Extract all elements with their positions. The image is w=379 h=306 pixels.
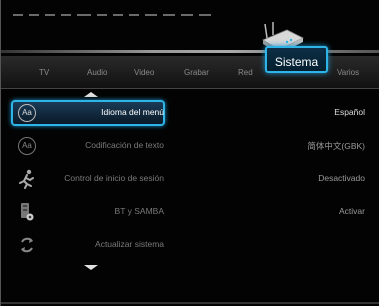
- list-item-login-control[interactable]: Control de inicio de sesión Desactivado: [11, 166, 371, 192]
- font-aa-icon: Aa: [17, 103, 37, 123]
- list-item-bt-samba[interactable]: BT y SAMBA Activar: [11, 199, 371, 225]
- footer-divider: [1, 302, 379, 304]
- item-label: Codificación de texto: [85, 140, 164, 150]
- refresh-icon: [17, 235, 37, 255]
- item-value[interactable]: Español: [334, 107, 365, 117]
- font-aa-icon: Aa: [17, 136, 37, 156]
- item-value[interactable]: 简体中文(GBK): [307, 140, 365, 152]
- scroll-down-icon[interactable]: [84, 265, 98, 270]
- tab-red[interactable]: Red: [238, 68, 253, 77]
- item-value[interactable]: Activar: [339, 206, 365, 216]
- tab-audio[interactable]: Audio: [87, 68, 107, 77]
- screen: TV Audio Video Grabar Red Varios Sistema…: [0, 0, 379, 306]
- item-label: Actualizar sistema: [95, 239, 164, 249]
- tab-video[interactable]: Video: [134, 68, 154, 77]
- title-dashes: [13, 8, 213, 22]
- item-label: Idioma del menú: [101, 107, 164, 117]
- tab-varios[interactable]: Varios: [337, 68, 359, 77]
- tab-sistema[interactable]: Sistema: [265, 46, 328, 73]
- tab-grabar[interactable]: Grabar: [184, 68, 209, 77]
- tab-tv[interactable]: TV: [39, 68, 49, 77]
- list-item-system-update[interactable]: Actualizar sistema: [11, 232, 371, 258]
- device-settings-icon: [17, 202, 37, 222]
- scroll-up-icon[interactable]: [84, 92, 98, 97]
- settings-list: Aa Idioma del menú Español Aa Codificaci…: [11, 92, 371, 302]
- item-label: BT y SAMBA: [114, 206, 164, 216]
- item-value[interactable]: Desactivado: [318, 173, 365, 183]
- list-item-text-encoding[interactable]: Aa Codificación de texto 简体中文(GBK): [11, 133, 371, 159]
- list-item-menu-language[interactable]: Aa Idioma del menú Español: [11, 100, 371, 126]
- running-person-icon: [17, 169, 37, 189]
- item-label: Control de inicio de sesión: [64, 173, 164, 183]
